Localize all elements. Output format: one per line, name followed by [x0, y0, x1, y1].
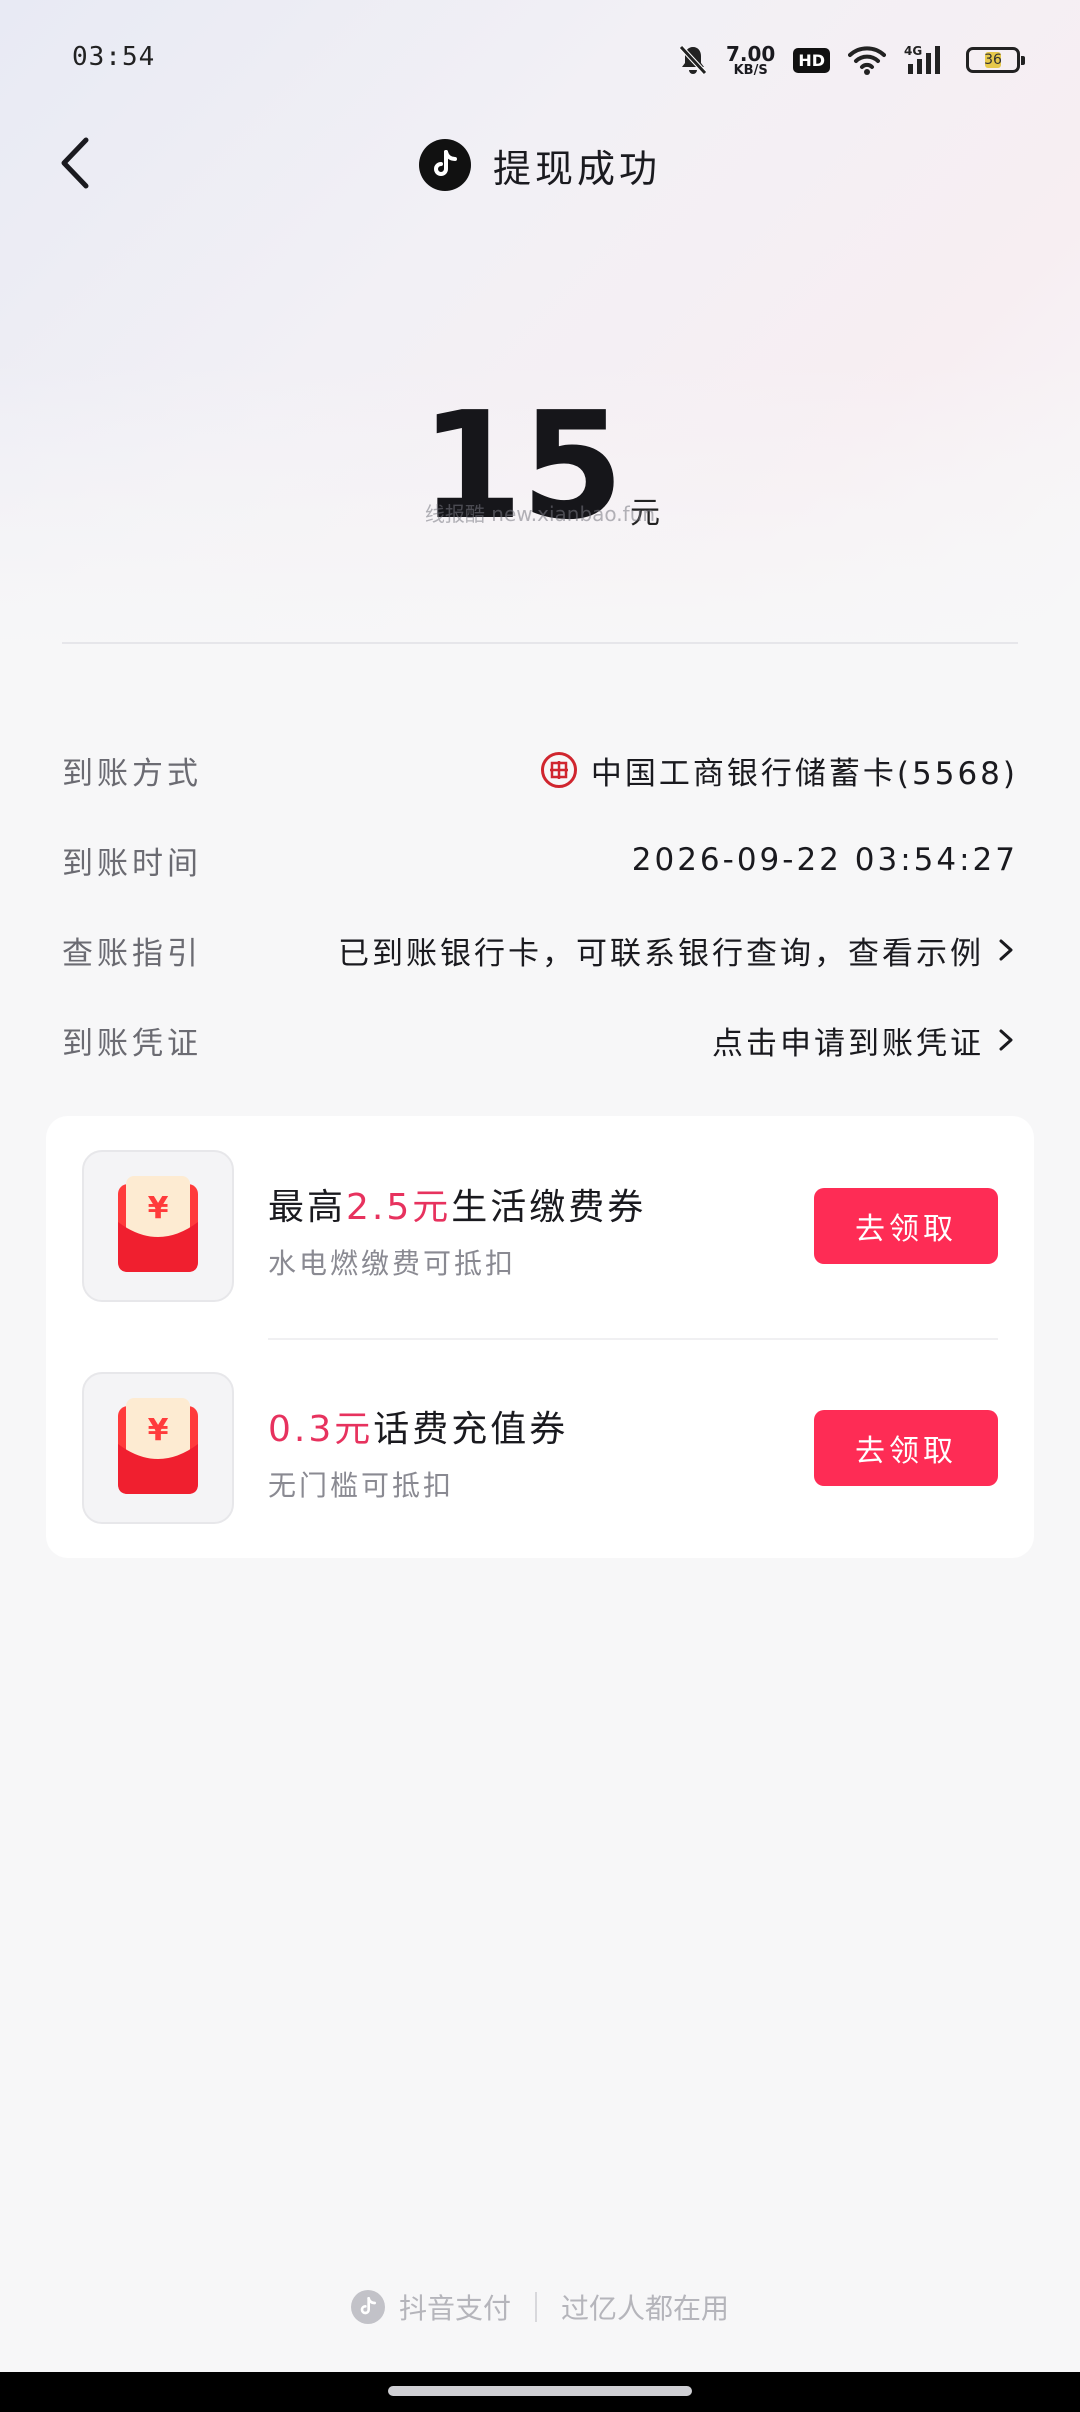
claim-button[interactable]: 去领取: [814, 1410, 998, 1486]
detail-value: 中国工商银行储蓄卡(5568): [540, 748, 1018, 793]
chevron-right-icon: [998, 938, 1018, 962]
status-bar: 03:54 7.00 KB/S HD 4G 36: [0, 0, 1080, 120]
view-example-link[interactable]: 已到账银行卡，可联系银行查询，查看示例: [338, 928, 1018, 973]
watermark: 线报酷 new.xianbao.fun: [424, 502, 656, 526]
signal-icon: 4G: [904, 44, 948, 76]
detail-label: 到账方式: [62, 755, 202, 792]
status-icons: 7.00 KB/S HD 4G 36: [678, 40, 1025, 80]
hd-badge: HD: [793, 47, 830, 73]
coupon-item: ¥ 最高2.5元生活缴费券 水电燃缴费可抵扣 去领取: [82, 1150, 998, 1302]
battery-level: 36: [984, 52, 1002, 68]
svg-text:¥: ¥: [148, 1413, 169, 1448]
system-nav-bar: [0, 2372, 1080, 2412]
network-speed: 7.00 KB/S: [725, 41, 776, 78]
detail-value: 已到账银行卡，可联系银行查询，查看示例: [338, 935, 984, 972]
icbc-bank-icon: [540, 752, 577, 788]
detail-value: 点击申请到账凭证: [712, 1025, 984, 1062]
claim-button[interactable]: 去领取: [814, 1188, 998, 1264]
wifi-icon: [848, 45, 886, 75]
coupon-thumbnail: ¥: [82, 1150, 234, 1302]
footer-brand: 抖音支付 过亿人都在用: [0, 2280, 1080, 2334]
nav-header: 提现成功: [0, 120, 1080, 210]
coupon-amount: 2.5元: [346, 1187, 452, 1228]
bell-off-icon: [678, 44, 708, 76]
coupon-card: ¥ 最高2.5元生活缴费券 水电燃缴费可抵扣 去领取 ¥ 0.3元话费充值券 无…: [46, 1116, 1034, 1558]
coupon-amount: 0.3元: [268, 1409, 374, 1450]
coupon-thumbnail: ¥: [82, 1372, 234, 1524]
footer-separator: [535, 2292, 537, 2322]
page-title: 提现成功: [492, 146, 661, 191]
coupon-item: ¥ 0.3元话费充值券 无门槛可抵扣 去领取: [82, 1372, 998, 1524]
tiktok-logo-icon: [418, 139, 471, 191]
detail-value: 2026-09-22 03:54:27: [631, 842, 1018, 878]
detail-row-guide: 查账指引 已到账银行卡，可联系银行查询，查看示例: [62, 920, 1018, 980]
footer-brand-name: 抖音支付: [398, 2292, 511, 2325]
nav-title-group: 提现成功: [0, 130, 1080, 200]
footer-slogan: 过亿人都在用: [561, 2292, 730, 2325]
tiktok-logo-icon: [350, 2290, 385, 2324]
coupon-subtitle: 无门槛可抵扣: [268, 1469, 455, 1502]
signal-label: 4G: [904, 44, 922, 58]
detail-label: 到账凭证: [62, 1025, 202, 1062]
detail-label: 到账时间: [62, 845, 202, 882]
detail-row-time: 到账时间 2026-09-22 03:54:27: [62, 830, 1018, 890]
red-envelope-icon: ¥: [112, 1394, 204, 1502]
bank-card-name: 中国工商银行储蓄卡(5568): [590, 755, 1018, 792]
detail-row-method: 到账方式 中国工商银行储蓄卡(5568): [62, 740, 1018, 800]
detail-label: 查账指引: [62, 935, 202, 972]
battery-icon: 36: [966, 47, 1025, 73]
coupon-subtitle: 水电燃缴费可抵扣: [268, 1247, 517, 1280]
coupon-title: 0.3元话费充值券: [268, 1409, 569, 1450]
red-envelope-icon: ¥: [112, 1172, 204, 1280]
divider: [62, 642, 1018, 644]
detail-row-voucher: 到账凭证 点击申请到账凭证: [62, 1010, 1018, 1070]
chevron-right-icon: [998, 1028, 1018, 1052]
coupon-title: 最高2.5元生活缴费券: [268, 1187, 647, 1228]
coupon-divider: [268, 1338, 998, 1340]
status-time: 03:54: [72, 42, 156, 72]
svg-text:¥: ¥: [148, 1191, 169, 1226]
apply-voucher-link[interactable]: 点击申请到账凭证: [712, 1018, 1018, 1063]
home-indicator[interactable]: [388, 2386, 692, 2396]
